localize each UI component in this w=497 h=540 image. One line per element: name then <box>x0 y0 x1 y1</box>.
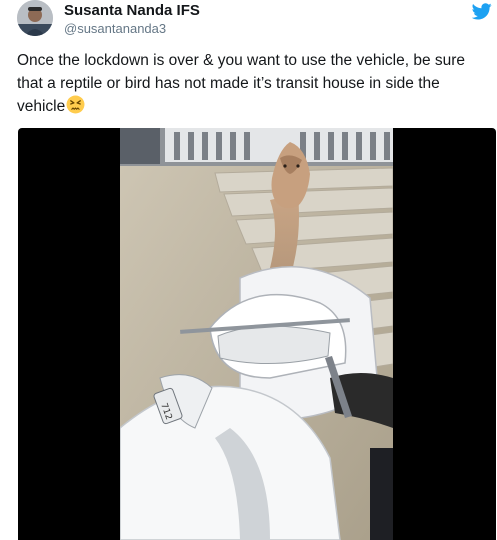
twitter-bird-icon[interactable] <box>472 3 492 20</box>
persevering-face-emoji-icon <box>66 95 85 114</box>
video-still-image: 712 <box>120 128 393 540</box>
tweet-header: Susanta Nanda IFS @susantananda3 <box>0 0 497 50</box>
video-frame[interactable]: 712 <box>120 128 393 540</box>
tweet-text: Once the lockdown is over & you want to … <box>17 50 487 119</box>
author-handle[interactable]: @susantananda3 <box>64 21 166 36</box>
author-avatar[interactable] <box>17 0 53 36</box>
author-name[interactable]: Susanta Nanda IFS <box>64 2 200 19</box>
tweet-video[interactable]: 712 <box>18 128 496 540</box>
avatar-image <box>17 0 53 36</box>
